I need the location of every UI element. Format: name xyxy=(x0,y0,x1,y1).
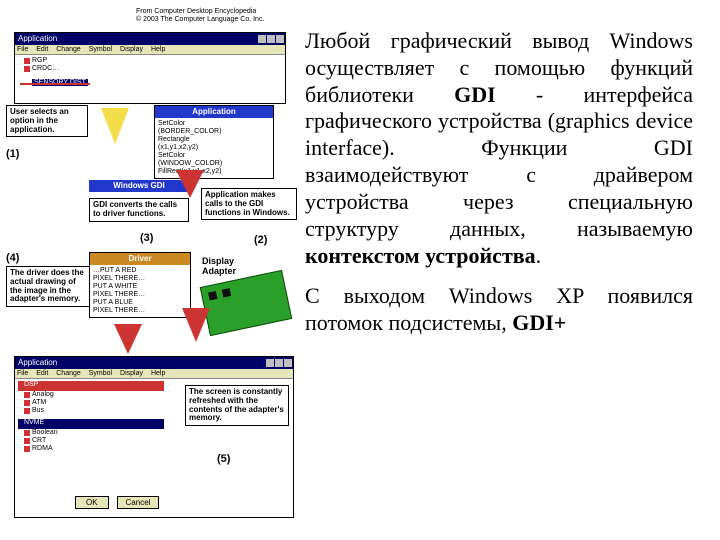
label-1: (1) xyxy=(6,148,19,160)
g1-0: Analog xyxy=(32,391,54,398)
bottom-app-menu: File Edit Change Symbol Display Help xyxy=(15,369,293,379)
app-code-header: Application xyxy=(155,106,273,118)
arrow-2 xyxy=(176,170,204,198)
display-adapter-label: Display Adapter xyxy=(202,256,266,276)
arrow-4 xyxy=(114,324,142,354)
bmenu-symbol[interactable]: Symbol xyxy=(89,370,112,377)
label-2: (2) xyxy=(254,234,267,246)
item-crdc: CRDC… xyxy=(32,65,59,72)
arrow-3 xyxy=(182,308,210,342)
menu-symbol[interactable]: Symbol xyxy=(89,46,112,53)
p2-gdiplus: GDI+ xyxy=(512,310,566,335)
app-code-body: SetColor (BORDER_COLOR) Rectangle (x1,y1… xyxy=(155,118,273,178)
bottom-app-titlebar: Application xyxy=(15,357,293,369)
menu-file[interactable]: File xyxy=(17,46,28,53)
menu-display[interactable]: Display xyxy=(120,46,143,53)
top-app-window: Application File Edit Change Symbol Disp… xyxy=(14,32,286,104)
paragraph-1: Любой графический вывод Windows осуществ… xyxy=(305,28,693,269)
driver-header: Driver xyxy=(90,253,190,265)
item-rgp: RGP xyxy=(32,57,47,64)
callout-3: GDI converts the calls to driver functio… xyxy=(89,198,189,222)
callout-2: Application makes calls to the GDI funct… xyxy=(201,188,297,220)
cancel-button[interactable]: Cancel xyxy=(117,496,160,509)
group2-title: NVME xyxy=(18,419,164,429)
arrow-1 xyxy=(101,108,129,144)
gdi-header: Windows GDI xyxy=(89,180,189,192)
top-app-body: RGP CRDC… SENSORY DIST xyxy=(15,55,285,89)
g1-2: Bus xyxy=(32,407,44,414)
top-app-titlebar: Application xyxy=(15,33,285,45)
bmenu-help[interactable]: Help xyxy=(151,370,165,377)
g2-0: Boolean xyxy=(32,429,58,436)
top-app-title: Application xyxy=(15,33,60,44)
label-4: (4) xyxy=(6,252,19,264)
menu-change[interactable]: Change xyxy=(56,46,81,53)
group1-title: DSP xyxy=(18,381,164,391)
bmenu-edit[interactable]: Edit xyxy=(36,370,48,377)
bottom-app-body: DSP Analog ATM Bus NVME Boolean CRT RDMA… xyxy=(15,379,293,511)
p1-gdi: GDI xyxy=(454,82,496,107)
paragraph-2: С выходом Windows XP появился потомок по… xyxy=(305,283,693,337)
article-text: Любой графический вывод Windows осуществ… xyxy=(305,28,693,351)
diagram-caption: From Computer Desktop Encyclopedia © 200… xyxy=(136,8,296,24)
gdi-box: Windows GDI xyxy=(89,180,189,194)
ok-button[interactable]: OK xyxy=(75,496,109,509)
driver-body: …PUT A RED PIXEL THERE… PUT A WHITE PIXE… xyxy=(90,265,190,317)
p2-pre: С выходом Windows XP появился потомок по… xyxy=(305,283,693,335)
bmenu-file[interactable]: File xyxy=(17,370,28,377)
caption-line-2: © 2003 The Computer Language Co. Inc. xyxy=(136,16,296,24)
g1-1: ATM xyxy=(32,399,46,406)
bottom-app-window: Application File Edit Change Symbol Disp… xyxy=(14,356,294,518)
menu-edit[interactable]: Edit xyxy=(36,46,48,53)
menu-help[interactable]: Help xyxy=(151,46,165,53)
display-adapter-card xyxy=(200,270,293,336)
driver-box: Driver …PUT A RED PIXEL THERE… PUT A WHI… xyxy=(89,252,191,318)
p1-period: . xyxy=(536,243,542,268)
bmenu-change[interactable]: Change xyxy=(56,370,81,377)
bottom-app-title: Application xyxy=(15,357,60,368)
g2-1: CRT xyxy=(32,437,46,444)
app-code-box: Application SetColor (BORDER_COLOR) Rect… xyxy=(154,105,274,179)
label-3: (3) xyxy=(140,232,153,244)
callout-1: User selects an option in the applicatio… xyxy=(6,105,88,137)
g2-2: RDMA xyxy=(32,445,53,452)
bmenu-display[interactable]: Display xyxy=(120,370,143,377)
p1-ctx: контекстом устройства xyxy=(305,243,536,268)
label-5: (5) xyxy=(217,453,230,466)
callout-5: The screen is constantly refreshed with … xyxy=(185,385,289,426)
gdi-diagram: From Computer Desktop Encyclopedia © 200… xyxy=(6,8,301,528)
top-app-menu: File Edit Change Symbol Display Help xyxy=(15,45,285,55)
callout-4: The driver does the actual drawing of th… xyxy=(6,266,90,307)
caption-line-1: From Computer Desktop Encyclopedia xyxy=(136,8,296,16)
